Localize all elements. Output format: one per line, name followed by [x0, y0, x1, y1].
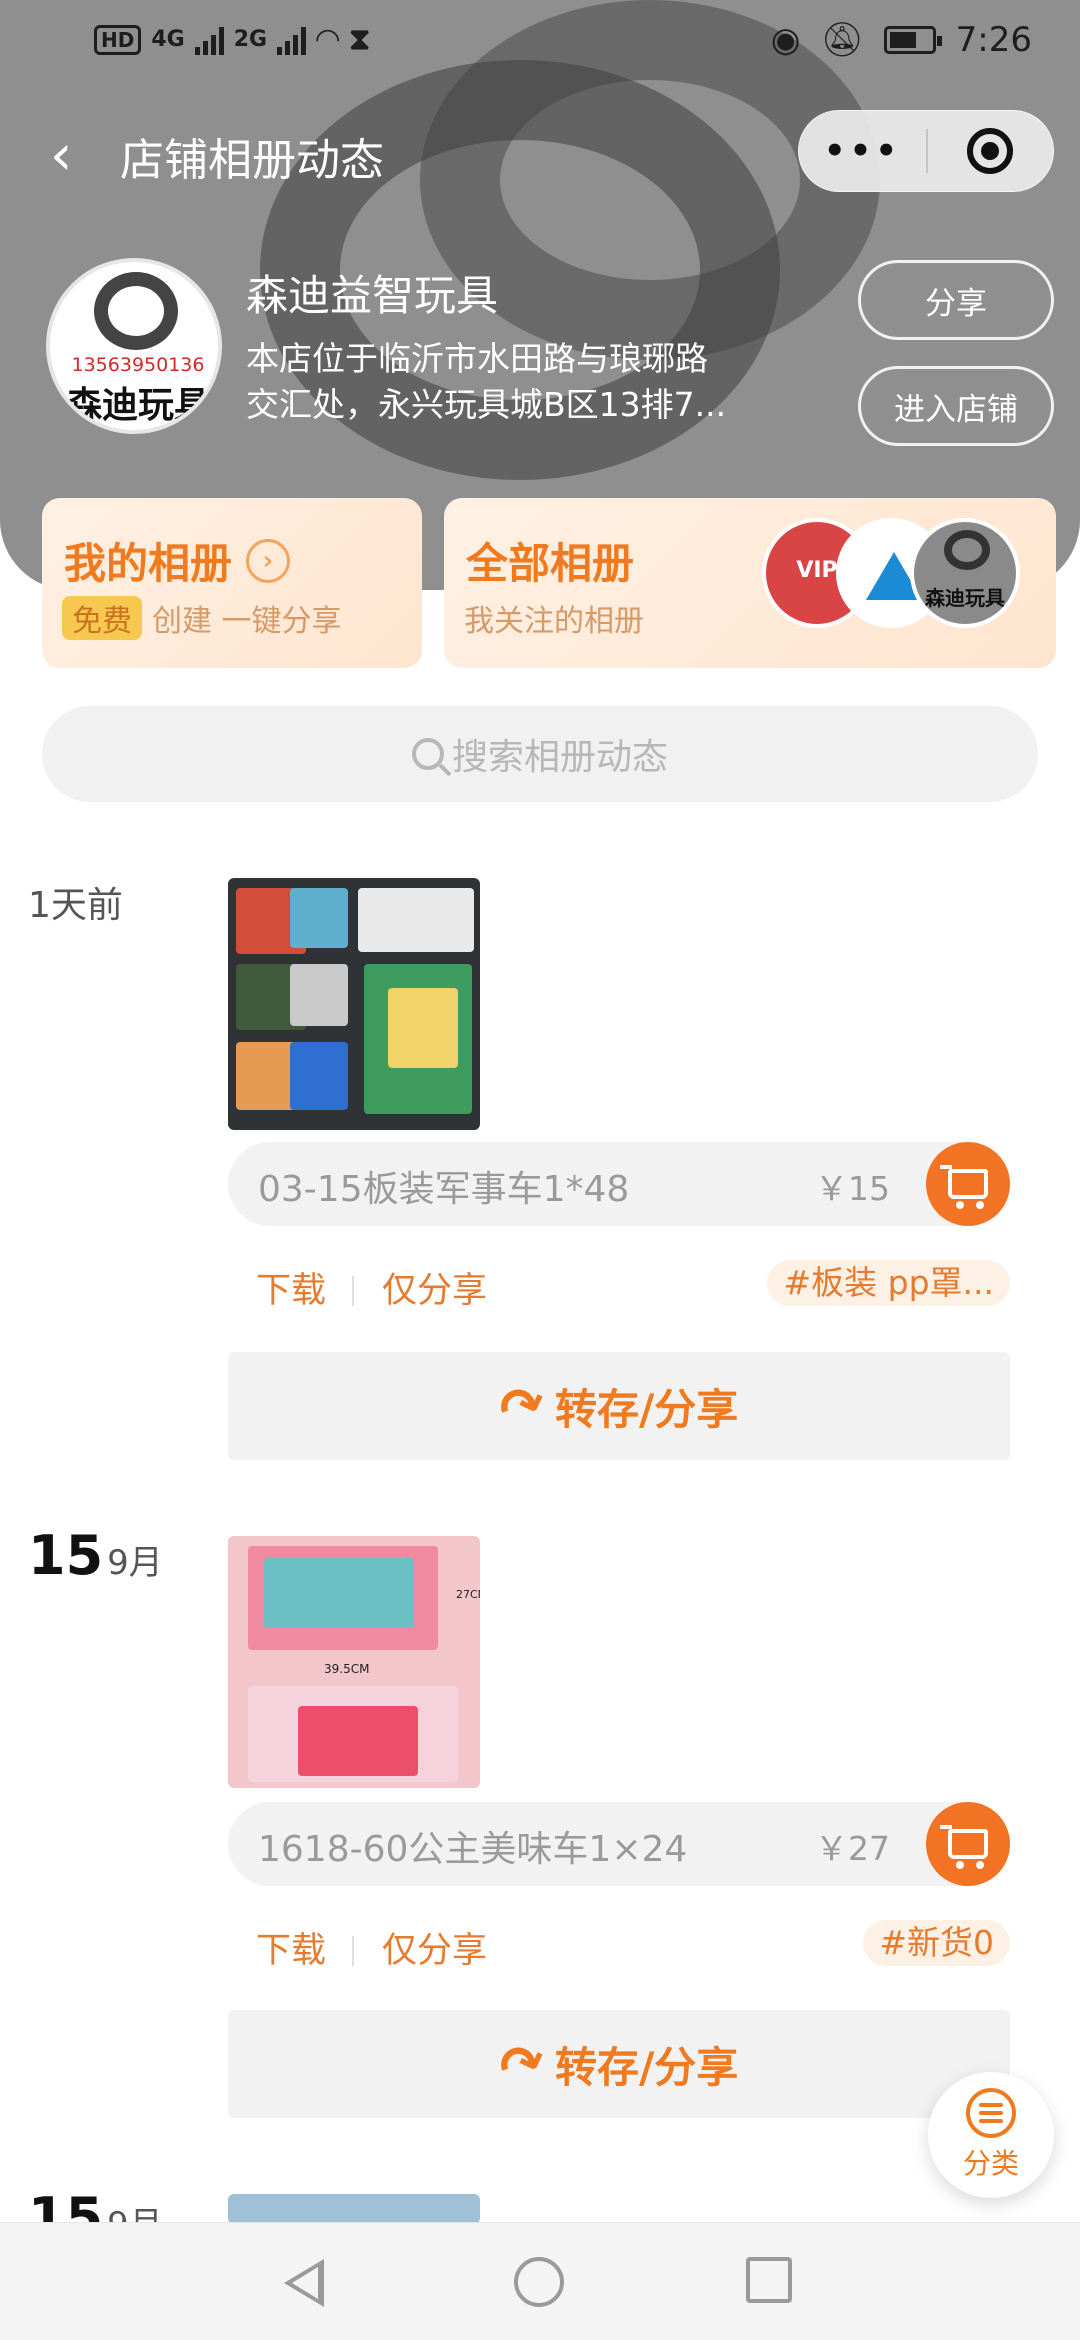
close-miniprogram-button[interactable] [928, 128, 1053, 174]
post-tag[interactable]: #新货0 [863, 1920, 1010, 1966]
my-albums-title: 我的相册 [64, 539, 233, 588]
download-button[interactable]: 下载 [256, 1262, 326, 1313]
share-arrow-icon: ↶ [490, 2026, 555, 2102]
product-price: ￥15 [815, 1169, 890, 1208]
search-input[interactable]: 搜索相册动态 [42, 706, 1038, 802]
category-label: 分类 [962, 2147, 1019, 2180]
share-arrow-icon: ↶ [490, 1368, 555, 1444]
recents-square-icon[interactable] [746, 2257, 792, 2303]
divider [352, 1936, 354, 1966]
save-share-label: 转存/分享 [554, 1384, 739, 1434]
enter-shop-button[interactable]: 进入店铺 [858, 366, 1054, 446]
navigation-bar: ‹ 店铺相册动态 ••• [0, 110, 1080, 200]
my-albums-subtitle: 创建 一键分享 [152, 604, 342, 639]
cart-icon [940, 1825, 988, 1869]
add-to-cart-button[interactable] [926, 1802, 1010, 1886]
free-badge: 免费 [62, 596, 142, 640]
chevron-right-icon: › [246, 538, 291, 583]
signal-icon [277, 25, 307, 55]
post-date: 159月 [28, 1524, 163, 1587]
search-icon [411, 738, 444, 770]
eye-icon: ◉ [770, 20, 801, 60]
product-image[interactable] [228, 878, 480, 1130]
all-albums-title: 全部相册 [466, 539, 635, 588]
all-albums-card[interactable]: 全部相册 我关注的相册 VIP 森迪玩具 [444, 498, 1056, 668]
target-icon [967, 128, 1014, 174]
hourglass-icon: ⧗ [349, 22, 371, 57]
system-navigation-bar [0, 2222, 1080, 2340]
avatar: 森迪玩具 [910, 518, 1020, 628]
share-button[interactable]: 分享 [858, 260, 1054, 340]
post-tag[interactable]: #板装 pp罩... [767, 1260, 1010, 1306]
product-image[interactable] [228, 2194, 480, 2224]
post-date: 1天前 [28, 885, 123, 926]
cart-icon [940, 1165, 988, 1209]
bell-off-icon: 🔕︎ [820, 20, 864, 60]
hd-icon: HD [94, 24, 142, 55]
save-share-label: 转存/分享 [554, 2042, 739, 2092]
followed-albums-avatars: VIP 森迪玩具 [762, 518, 1032, 628]
shop-description: 本店位于临沂市水田路与琅琊路 交汇处，永兴玩具城B区13排7... [246, 339, 727, 424]
signal-icon [194, 25, 224, 55]
save-share-button[interactable]: ↶ 转存/分享 [228, 2010, 1010, 2118]
list-icon [966, 2088, 1016, 2138]
home-circle-icon[interactable] [514, 2257, 564, 2307]
logo-ring-icon [94, 272, 178, 350]
category-button[interactable]: 分类 [928, 2072, 1054, 2198]
more-menu-button[interactable]: ••• [799, 131, 926, 171]
product-name: 1618-60公主美味车1×24 [258, 1829, 688, 1870]
post-actions: 下载 仅分享 #板装 pp罩... [228, 1254, 1010, 1314]
my-albums-card[interactable]: 我的相册 › 免费 创建 一键分享 [42, 498, 422, 668]
back-triangle-icon[interactable] [284, 2259, 324, 2307]
product-name: 03-15板装军事车1*48 [258, 1169, 630, 1210]
divider [352, 1276, 354, 1306]
logo-phone: 13563950136 [71, 354, 205, 376]
add-to-cart-button[interactable] [926, 1142, 1010, 1226]
page-title: 店铺相册动态 [120, 135, 384, 186]
all-albums-subtitle: 我关注的相册 [464, 604, 644, 639]
share-only-button[interactable]: 仅分享 [382, 1262, 487, 1313]
product-price: ￥27 [815, 1829, 890, 1868]
logo-name: 森迪玩具 [65, 385, 210, 426]
download-button[interactable]: 下载 [256, 1922, 326, 1973]
miniprogram-capsule: ••• [798, 110, 1054, 192]
clock: 7:26 [955, 20, 1032, 60]
product-bar[interactable]: 1618-60公主美味车1×24 ￥27 [228, 1802, 1010, 1886]
wifi-icon: ◠ [316, 22, 340, 57]
save-share-button[interactable]: ↶ 转存/分享 [228, 1352, 1010, 1460]
battery-icon [883, 26, 942, 54]
product-image[interactable]: 39.5CM 27CM [228, 1536, 480, 1788]
status-bar: HD 4G 2G ◠ ⧗ ◉ 🔕︎ 7:26 [0, 0, 1080, 86]
shop-name: 森迪益智玩具 [246, 271, 499, 320]
sim2-label: 2G [233, 27, 268, 52]
chevron-left-icon[interactable]: ‹ [50, 128, 72, 184]
sim1-label: 4G [151, 27, 185, 52]
shop-avatar[interactable]: 13563950136 森迪玩具 [46, 258, 222, 434]
post-actions: 下载 仅分享 #新货0 [228, 1914, 1010, 1974]
share-only-button[interactable]: 仅分享 [382, 1922, 487, 1973]
product-bar[interactable]: 03-15板装军事车1*48 ￥15 [228, 1142, 1010, 1226]
search-placeholder: 搜索相册动态 [451, 737, 668, 778]
